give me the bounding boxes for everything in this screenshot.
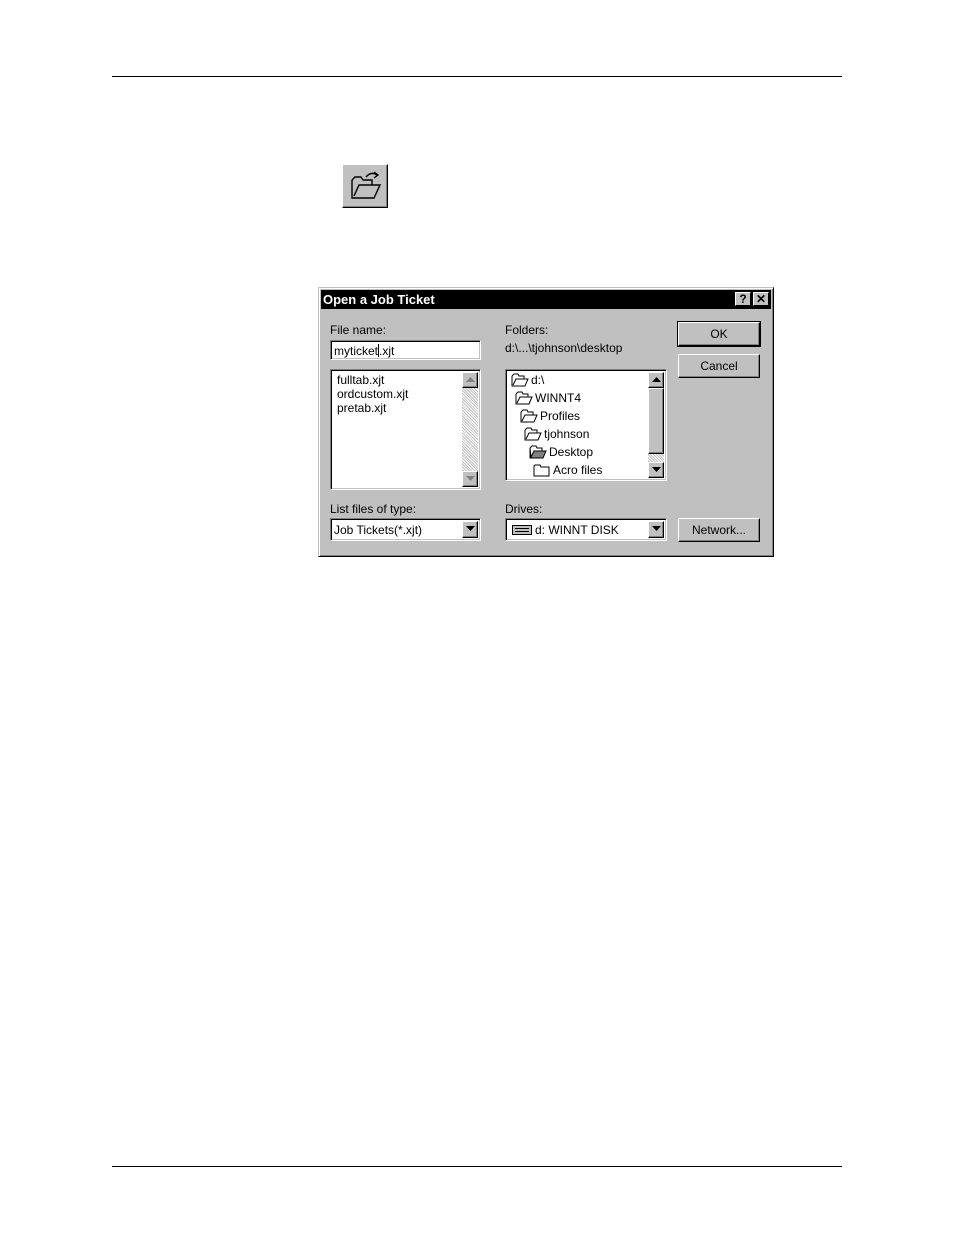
scroll-thumb[interactable] bbox=[648, 388, 664, 454]
folder-tree[interactable]: d:\ WINNT4 Profiles tjohnson Desktop Acr… bbox=[505, 369, 667, 481]
scroll-up-button[interactable] bbox=[648, 372, 664, 388]
file-name-input[interactable]: myticket.xjt bbox=[330, 340, 481, 360]
current-path: d:\...\tjohnson\desktop bbox=[505, 341, 623, 355]
drive-value: d: WINNT DISK bbox=[535, 523, 619, 537]
file-type-label: List files of type: bbox=[330, 502, 417, 516]
chevron-down-icon bbox=[652, 526, 661, 531]
open-job-ticket-dialog: Open a Job Ticket ? ✕ File name: myticke… bbox=[318, 287, 774, 557]
file-list-scrollbar[interactable] bbox=[462, 372, 478, 487]
scroll-down-button[interactable] bbox=[648, 462, 664, 478]
network-button[interactable]: Network... bbox=[678, 518, 760, 542]
open-folder-icon bbox=[511, 373, 529, 387]
drives-select[interactable]: d: WINNT DISK bbox=[505, 518, 667, 541]
open-job-ticket-toolbar-button[interactable] bbox=[342, 164, 388, 208]
folders-label: Folders: bbox=[505, 323, 549, 337]
help-button[interactable]: ? bbox=[735, 292, 751, 306]
file-type-select[interactable]: Job Tickets(*.xjt) bbox=[330, 518, 481, 541]
cancel-button[interactable]: Cancel bbox=[678, 354, 760, 378]
chevron-down-icon bbox=[466, 526, 475, 531]
arrow-up-icon bbox=[652, 377, 661, 382]
dialog-titlebar: Open a Job Ticket ? ✕ bbox=[321, 290, 771, 309]
file-list[interactable]: fulltab.xjt ordcustom.xjt pretab.xjt bbox=[330, 369, 481, 490]
file-list-item[interactable]: pretab.xjt bbox=[337, 401, 386, 415]
open-folder-icon bbox=[351, 171, 382, 199]
scroll-up-button[interactable] bbox=[462, 372, 478, 388]
drives-label: Drives: bbox=[505, 502, 543, 516]
open-folder-icon bbox=[520, 409, 538, 423]
arrow-down-icon bbox=[466, 476, 475, 481]
hard-drive-icon bbox=[512, 525, 532, 535]
close-button[interactable]: ✕ bbox=[753, 292, 769, 306]
file-name-extension: .xjt bbox=[379, 344, 395, 358]
closed-folder-icon bbox=[533, 464, 550, 477]
scroll-down-button[interactable] bbox=[462, 471, 478, 487]
file-list-item[interactable]: fulltab.xjt bbox=[337, 373, 384, 387]
footer-rule bbox=[112, 1166, 842, 1167]
file-name-label: File name: bbox=[330, 323, 387, 337]
file-name-value: myticket bbox=[334, 344, 379, 358]
open-folder-icon bbox=[524, 427, 542, 441]
drives-dropdown-button[interactable] bbox=[648, 521, 664, 538]
dialog-title: Open a Job Ticket bbox=[323, 292, 435, 307]
arrow-up-icon bbox=[466, 377, 475, 382]
arrow-down-icon bbox=[652, 467, 661, 472]
file-type-value: Job Tickets(*.xjt) bbox=[334, 523, 423, 537]
file-type-dropdown-button[interactable] bbox=[462, 521, 478, 538]
folder-tree-scrollbar[interactable] bbox=[648, 372, 664, 478]
ok-button[interactable]: OK bbox=[677, 321, 761, 347]
open-folder-icon bbox=[515, 391, 533, 405]
file-list-item[interactable]: ordcustom.xjt bbox=[337, 387, 408, 401]
header-rule bbox=[112, 76, 842, 77]
open-folder-icon bbox=[529, 445, 547, 459]
